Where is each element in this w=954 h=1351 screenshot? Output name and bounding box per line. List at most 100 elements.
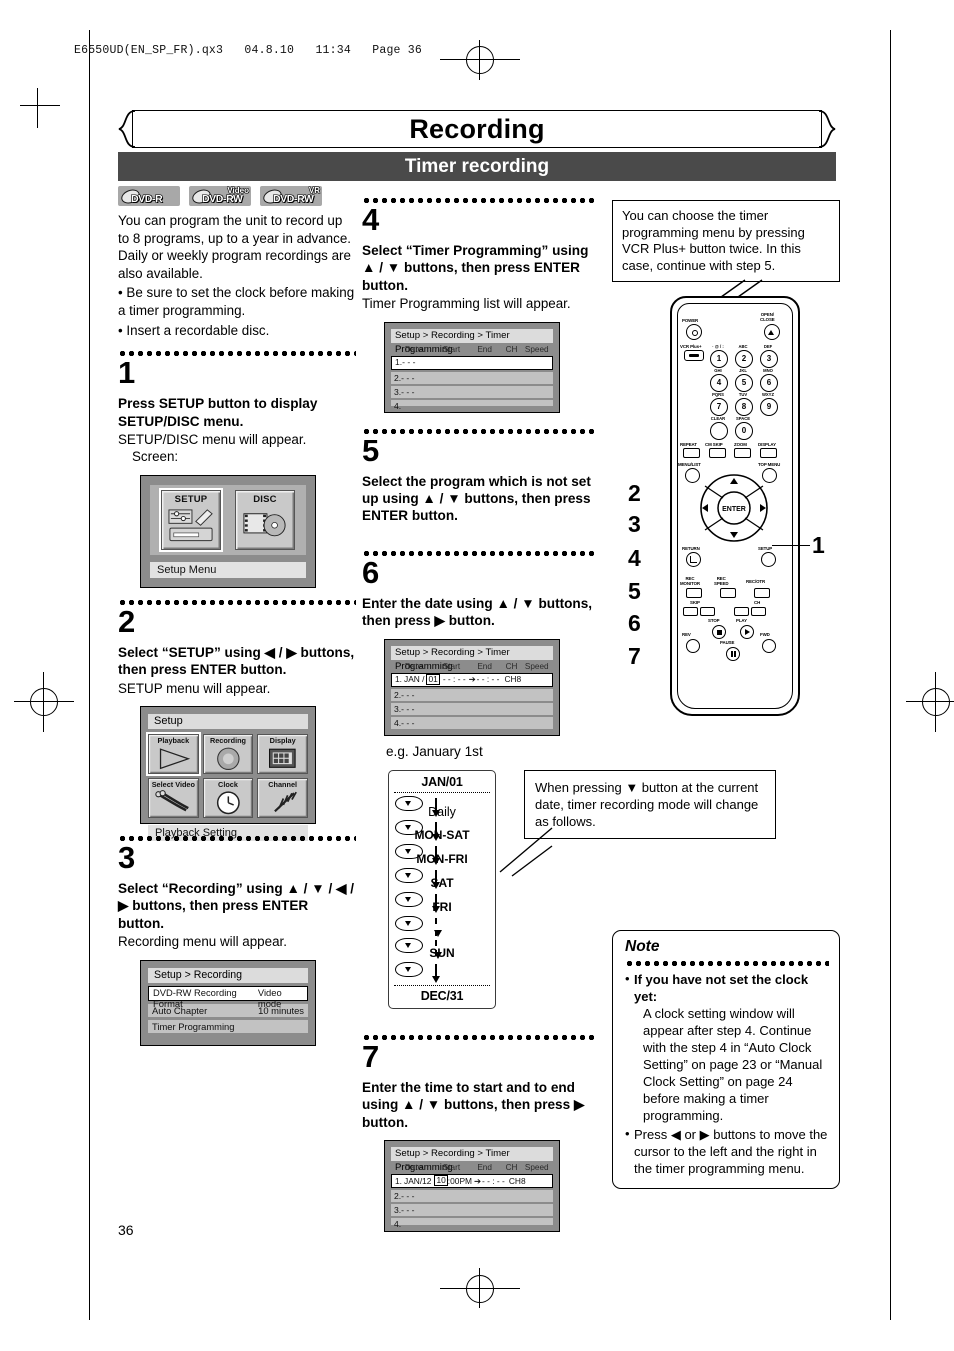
cycle-label: MON-FRI <box>416 852 468 867</box>
note-item-1-text: A clock setting window will appear after… <box>643 1006 823 1123</box>
cycle-step-daily: Daily <box>389 796 495 820</box>
cycle-step-last <box>389 962 495 984</box>
play-button[interactable] <box>740 625 754 639</box>
label-rec-otr: REC/OTR <box>746 579 766 584</box>
osd-row-timer-programming[interactable]: Timer Programming <box>148 1019 308 1033</box>
label-pause: PAUSE <box>720 640 735 645</box>
col-start: Start <box>442 344 461 354</box>
label-open-close: OPEN/CLOSE <box>760 312 775 323</box>
keypad-button-8[interactable]: 8 <box>735 398 753 416</box>
cycle-step-ellipsis <box>389 916 495 938</box>
row-hour-field[interactable]: 10 <box>434 1175 448 1187</box>
osd-timer-programming-list: Setup > Recording > Timer Programming Da… <box>384 321 560 413</box>
step-divider-4 <box>362 194 594 203</box>
keypad-button-6[interactable]: 6 <box>760 374 778 392</box>
zoom-button[interactable] <box>734 448 751 458</box>
intro-paragraph: You can program the unit to record up to… <box>118 213 351 281</box>
osd-timer-time-row-2[interactable]: 2.- - - <box>391 1190 553 1203</box>
keypad-button-0[interactable]: 0 <box>735 422 753 440</box>
keypad-button-5[interactable]: 5 <box>735 374 753 392</box>
intro-bullet-1: • Be sure to set the clock before making… <box>118 285 355 318</box>
keypad-button-1[interactable]: 1 <box>710 350 728 368</box>
power-button[interactable] <box>686 324 702 340</box>
osd-disc-icon-button[interactable]: DISC <box>235 489 295 550</box>
stop-button[interactable] <box>712 625 726 639</box>
keypad-letters-5: JKL <box>739 368 747 373</box>
return-button[interactable] <box>686 552 701 567</box>
section-title-bar: Timer recording <box>118 152 836 181</box>
repeat-button[interactable] <box>683 448 700 458</box>
keypad-letters-9: WXYZ <box>761 392 775 397</box>
reg-bottom-circle <box>466 1275 494 1303</box>
rec-otr-button[interactable] <box>754 588 770 598</box>
osd-menu-display[interactable]: Display <box>257 734 308 774</box>
section-title: Timer recording <box>404 156 550 177</box>
reg-right-circle <box>922 688 950 716</box>
rec-monitor-button[interactable] <box>686 588 702 598</box>
osd-timer-time-row-4[interactable]: 4. <box>391 1218 553 1229</box>
display-button[interactable] <box>760 448 777 458</box>
col-end: End <box>477 344 492 354</box>
osd-timer-row-2[interactable]: 2.- - - <box>391 371 553 384</box>
row-ch: CH8 <box>504 674 522 685</box>
osd-setup-icon-button[interactable]: SETUP <box>159 487 223 552</box>
keypad-button-9[interactable]: 9 <box>760 398 778 416</box>
print-file-header: E6550UD(EN_SP_FR).qx3 04.8.10 11:34 Page… <box>74 44 422 57</box>
osd-menu-channel[interactable]: Channel <box>257 778 308 818</box>
remote-callout-1: 1 <box>812 532 825 558</box>
rev-button[interactable] <box>686 639 700 653</box>
ch-down-button[interactable] <box>751 607 766 616</box>
osd-timer-date-row-1[interactable]: 1. JAN / 01 - - : - - ➔ - - : - - CH8 <box>391 672 553 687</box>
row-start: - - : - - <box>442 674 466 685</box>
osd-setup-menu-header: Setup <box>148 714 308 729</box>
osd-menu-clock[interactable]: Clock <box>202 778 254 818</box>
fwd-button[interactable] <box>762 639 776 653</box>
cycle-label: Daily <box>428 805 456 820</box>
osd-timer-date-row-3[interactable]: 3.- - - <box>391 702 553 715</box>
step-number-3: 3 <box>118 840 136 875</box>
osd-menu-playback[interactable]: Playback <box>146 732 201 776</box>
label-zoom: ZOOM <box>734 442 747 447</box>
osd-menu-select-video[interactable]: Select Video <box>148 778 199 818</box>
row-label: Timer Programming <box>152 1020 235 1032</box>
osd-timer-row-3[interactable]: 3.- - - <box>391 385 553 398</box>
osd-timer-date-row-4[interactable]: 4.- - - <box>391 716 553 729</box>
setup-button[interactable] <box>761 552 776 567</box>
skip-back-button[interactable] <box>683 607 698 616</box>
vcr-plus-button[interactable] <box>684 350 704 361</box>
dpad-cluster[interactable]: ENTER <box>690 472 778 544</box>
pause-button[interactable] <box>726 647 740 661</box>
osd-setup-menu: Setup Playback Recording Display Select … <box>140 706 316 841</box>
skip-fwd-button[interactable] <box>700 607 715 616</box>
row-day-field[interactable]: 01 <box>426 673 440 685</box>
osd-timer-row-1[interactable]: 1.- - - <box>391 355 553 370</box>
osd-timer-time-columns: Date Start End CH Speed <box>391 1163 553 1172</box>
ch-up-button[interactable] <box>734 607 749 616</box>
osd-row-auto-chapter[interactable]: Auto Chapter 10 minutes <box>148 1003 308 1017</box>
remote-control-diagram: POWER OPEN/CLOSE VCR Plus+ · @ / : ABC D… <box>670 296 800 716</box>
keypad-button-7[interactable]: 7 <box>710 398 728 416</box>
open-close-button[interactable] <box>764 324 780 340</box>
keypad-button-3[interactable]: 3 <box>760 350 778 368</box>
osd-timer-date-row-2[interactable]: 2.- - - <box>391 688 553 701</box>
keypad-button-4[interactable]: 4 <box>710 374 728 392</box>
osd-menu-recording[interactable]: Recording <box>202 734 254 774</box>
keypad-button-2[interactable]: 2 <box>735 350 753 368</box>
disc-film-icon <box>243 513 286 537</box>
step-2-instruction: Select “SETUP” using ◀ / ▶ buttons, then… <box>118 644 355 678</box>
osd-row-dvd-rw-format[interactable]: DVD-RW Recording Format Video mode <box>148 985 308 1009</box>
step-4-instruction: Select “Timer Programming” using ▲ / ▼ b… <box>362 243 589 293</box>
osd-timer-row-4[interactable]: 4. <box>391 399 553 411</box>
osd-recording-menu: Setup > Recording DVD-RW Recording Forma… <box>140 959 316 1046</box>
clock-icon <box>216 791 240 815</box>
osd-timer-time-row-1[interactable]: 1. JAN/12 10 :00PM ➔ - - : - - CH8 <box>391 1174 553 1189</box>
clear-button[interactable] <box>710 422 728 440</box>
cell-label: Recording <box>209 736 247 745</box>
step-number-5: 5 <box>362 432 380 468</box>
cell-label: Clock <box>218 780 238 789</box>
cm-skip-button[interactable] <box>709 448 726 458</box>
rec-speed-button[interactable] <box>720 588 736 598</box>
osd-timer-time-entry: Setup > Recording > Timer Programming Da… <box>384 1140 560 1233</box>
osd-timer-time-row-3[interactable]: 3.- - - <box>391 1204 553 1217</box>
row-ch: CH8 <box>508 1175 526 1186</box>
